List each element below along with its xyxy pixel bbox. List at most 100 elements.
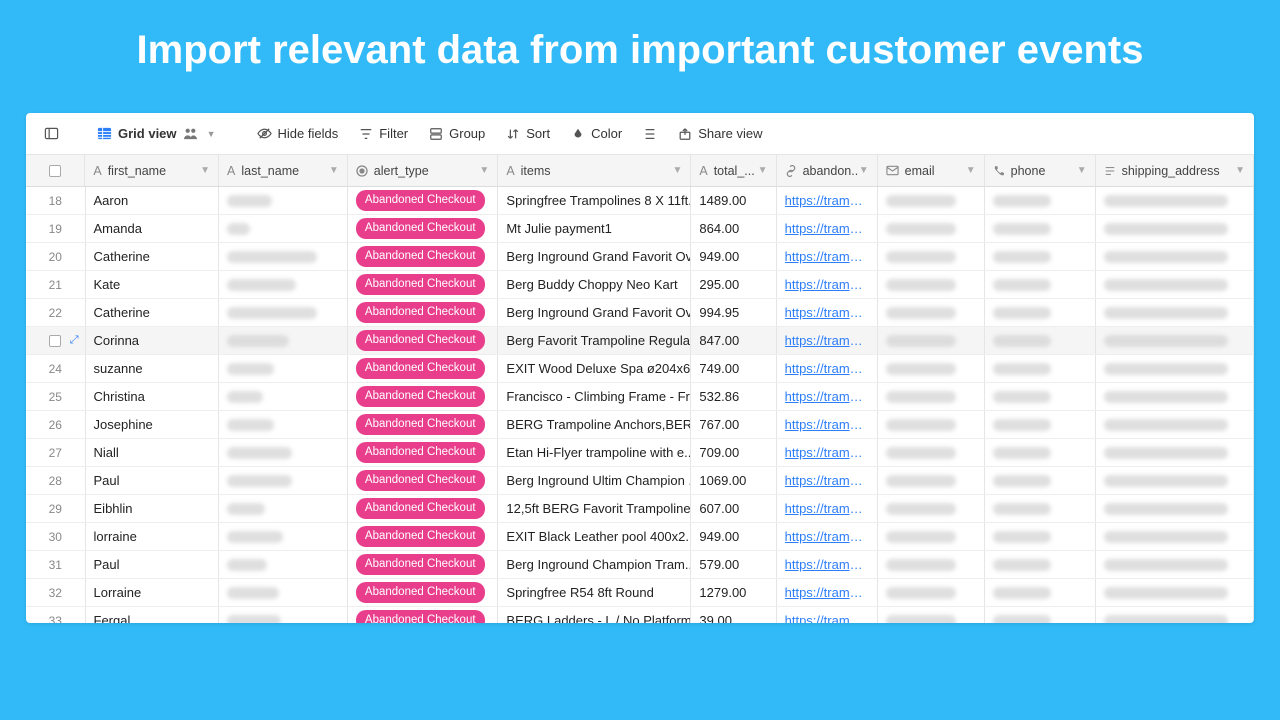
cell-alert-type[interactable]: Abandoned Checkout [348, 187, 498, 214]
cell-last-name[interactable] [219, 467, 348, 494]
cell-items[interactable]: Berg Inground Grand Favorit Ov... [498, 243, 691, 270]
cell-shipping[interactable] [1096, 439, 1254, 466]
table-row[interactable]: 27NiallAbandoned CheckoutEtan Hi-Flyer t… [26, 439, 1254, 467]
cell-last-name[interactable] [219, 327, 348, 354]
cell-alert-type[interactable]: Abandoned Checkout [348, 411, 498, 438]
table-row[interactable]: 19AmandaAbandoned CheckoutMt Julie payme… [26, 215, 1254, 243]
cell-abandon-url[interactable]: https://trampoli... [777, 327, 878, 354]
cell-items[interactable]: Springfree R54 8ft Round [498, 579, 691, 606]
cell-shipping[interactable] [1096, 607, 1254, 623]
cell-phone[interactable] [985, 271, 1096, 298]
cell-abandon-url[interactable]: https://trampoli... [777, 439, 878, 466]
cell-phone[interactable] [985, 523, 1096, 550]
cell-first-name[interactable]: Lorraine [86, 579, 220, 606]
cell-items[interactable]: Springfree Trampolines 8 X 11ft... [498, 187, 691, 214]
cell-total[interactable]: 749.00 [691, 355, 776, 382]
cell-phone[interactable] [985, 439, 1096, 466]
cell-items[interactable]: Etan Hi-Flyer trampoline with e... [498, 439, 691, 466]
cell-last-name[interactable] [219, 551, 348, 578]
cell-abandon-url[interactable]: https://trampoli... [777, 215, 878, 242]
cell-first-name[interactable]: Eibhlin [86, 495, 220, 522]
cell-total[interactable]: 295.00 [691, 271, 776, 298]
cell-abandon-url[interactable]: https://trampoli... [777, 271, 878, 298]
cell-alert-type[interactable]: Abandoned Checkout [348, 607, 498, 623]
cell-abandon-url[interactable]: https://trampoli... [777, 243, 878, 270]
cell-first-name[interactable]: Niall [86, 439, 220, 466]
cell-alert-type[interactable]: Abandoned Checkout [348, 383, 498, 410]
cell-shipping[interactable] [1096, 299, 1254, 326]
hide-fields-button[interactable]: Hide fields [249, 122, 347, 145]
cell-email[interactable] [878, 243, 985, 270]
table-row[interactable]: 26JosephineAbandoned CheckoutBERG Trampo… [26, 411, 1254, 439]
table-row[interactable]: 18AaronAbandoned CheckoutSpringfree Tram… [26, 187, 1254, 215]
cell-items[interactable]: Berg Inground Ultim Champion ... [498, 467, 691, 494]
cell-email[interactable] [878, 439, 985, 466]
cell-abandon-url[interactable]: https://trampoli... [777, 411, 878, 438]
cell-abandon-url[interactable]: https://trampoli... [777, 551, 878, 578]
cell-first-name[interactable]: lorraine [86, 523, 220, 550]
cell-first-name[interactable]: Catherine [86, 299, 220, 326]
cell-email[interactable] [878, 383, 985, 410]
cell-total[interactable]: 994.95 [691, 299, 776, 326]
cell-total[interactable]: 709.00 [691, 439, 776, 466]
cell-first-name[interactable]: Kate [86, 271, 220, 298]
cell-total[interactable]: 579.00 [691, 551, 776, 578]
cell-abandon-url[interactable]: https://trampoli... [777, 383, 878, 410]
cell-email[interactable] [878, 215, 985, 242]
cell-items[interactable]: Francisco - Climbing Frame - Fr... [498, 383, 691, 410]
row-number[interactable]: 26 [26, 411, 86, 438]
cell-shipping[interactable] [1096, 187, 1254, 214]
table-row[interactable]: 22CatherineAbandoned CheckoutBerg Ingrou… [26, 299, 1254, 327]
cell-last-name[interactable] [219, 439, 348, 466]
col-items[interactable]: Aitems▼ [498, 155, 691, 186]
cell-items[interactable]: Berg Inground Grand Favorit Ov... [498, 299, 691, 326]
select-all[interactable] [26, 155, 85, 186]
filter-button[interactable]: Filter [350, 122, 416, 145]
row-number[interactable]: 30 [26, 523, 86, 550]
cell-abandon-url[interactable]: https://trampoli... [777, 467, 878, 494]
table-row[interactable]: 33FergalAbandoned CheckoutBERG Ladders -… [26, 607, 1254, 623]
table-row[interactable]: 25Christina Abandoned CheckoutFrancisco -… [26, 383, 1254, 411]
cell-first-name[interactable]: Christina [86, 383, 220, 410]
cell-first-name[interactable]: Corinna [86, 327, 220, 354]
cell-alert-type[interactable]: Abandoned Checkout [348, 243, 498, 270]
cell-items[interactable]: 12,5ft BERG Favorit Trampoline ... [498, 495, 691, 522]
cell-shipping[interactable] [1096, 243, 1254, 270]
cell-first-name[interactable]: Catherine [86, 243, 220, 270]
table-row[interactable]: 32LorraineAbandoned CheckoutSpringfree R… [26, 579, 1254, 607]
cell-email[interactable] [878, 607, 985, 623]
sort-button[interactable]: Sort [497, 122, 558, 145]
cell-items[interactable]: Berg Buddy Choppy Neo Kart [498, 271, 691, 298]
cell-phone[interactable] [985, 411, 1096, 438]
cell-last-name[interactable] [219, 215, 348, 242]
cell-abandon-url[interactable]: https://trampoli... [777, 495, 878, 522]
cell-alert-type[interactable]: Abandoned Checkout [348, 215, 498, 242]
cell-email[interactable] [878, 523, 985, 550]
row-number[interactable]: 25 [26, 383, 86, 410]
cell-shipping[interactable] [1096, 523, 1254, 550]
cell-email[interactable] [878, 327, 985, 354]
cell-last-name[interactable] [219, 383, 348, 410]
cell-last-name[interactable] [219, 187, 348, 214]
cell-items[interactable]: BERG Trampoline Anchors,BER... [498, 411, 691, 438]
table-row[interactable]: 30lorraineAbandoned CheckoutEXIT Black L… [26, 523, 1254, 551]
cell-first-name[interactable]: Paul [86, 551, 220, 578]
row-number[interactable]: 20 [26, 243, 86, 270]
cell-items[interactable]: EXIT Wood Deluxe Spa ø204x6... [498, 355, 691, 382]
cell-items[interactable]: Berg Favorit Trampoline Regula... [498, 327, 691, 354]
cell-alert-type[interactable]: Abandoned Checkout [348, 299, 498, 326]
cell-total[interactable]: 864.00 [691, 215, 776, 242]
cell-total[interactable]: 767.00 [691, 411, 776, 438]
share-view-button[interactable]: Share view [669, 122, 770, 145]
cell-items[interactable]: Berg Inground Champion Tram... [498, 551, 691, 578]
cell-phone[interactable] [985, 215, 1096, 242]
row-height-button[interactable] [634, 122, 665, 145]
cell-email[interactable] [878, 355, 985, 382]
cell-alert-type[interactable]: Abandoned Checkout [348, 467, 498, 494]
cell-phone[interactable] [985, 579, 1096, 606]
table-row[interactable]: ⤢CorinnaAbandoned CheckoutBerg Favorit T… [26, 327, 1254, 355]
col-total[interactable]: Atotal_...▼ [691, 155, 776, 186]
cell-items[interactable]: BERG Ladders - L / No Platform [498, 607, 691, 623]
cell-phone[interactable] [985, 551, 1096, 578]
cell-total[interactable]: 532.86 [691, 383, 776, 410]
